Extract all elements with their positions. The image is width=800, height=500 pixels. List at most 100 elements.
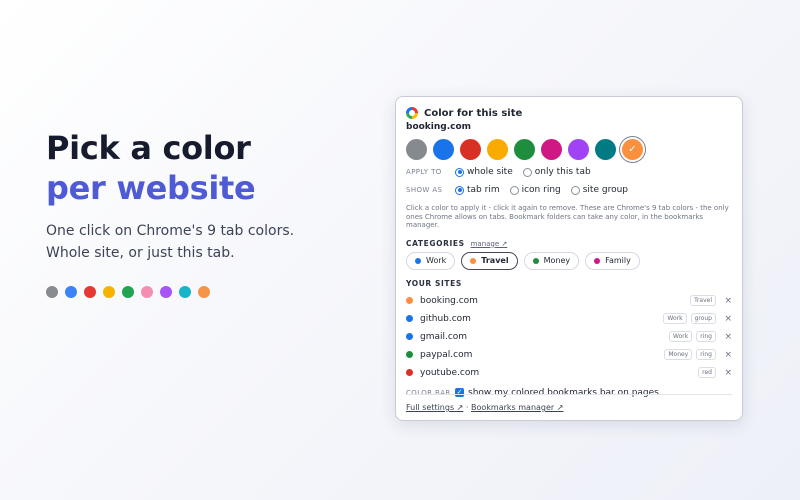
remove-site-button[interactable]: × — [716, 332, 732, 342]
apply-to-label: APPLY TO — [406, 168, 442, 176]
apply-whole-site-radio[interactable]: whole site — [455, 167, 513, 177]
site-row: gmail.com Work ring × — [406, 328, 732, 346]
category-label: Work — [426, 256, 447, 266]
your-sites-header: YOUR SITES — [406, 279, 732, 288]
category-label: Money — [543, 256, 571, 266]
remove-site-button[interactable]: × — [716, 368, 732, 378]
site-row: youtube.com red × — [406, 364, 732, 382]
bookmarks-manager-link[interactable]: Bookmarks manager ↗ — [471, 403, 563, 412]
color-swatch[interactable] — [568, 139, 589, 160]
extension-popup: Color for this site booking.com ✓ APPLY … — [395, 96, 743, 421]
popup-footer: Full settings ↗ · Bookmarks manager ↗ — [406, 394, 732, 412]
color-dot — [46, 286, 58, 298]
site-row: booking.com Travel × — [406, 292, 732, 310]
color-swatch[interactable] — [514, 139, 535, 160]
categories-header: CATEGORIES manage ↗ — [406, 239, 732, 248]
site-color-dot-icon — [406, 351, 413, 359]
show-as-label: SHOW AS — [406, 186, 443, 194]
remove-site-button[interactable]: × — [716, 350, 732, 360]
show-as-row: SHOW AS tab rim icon ring site group — [406, 184, 732, 196]
site-name: gmail.com — [420, 331, 468, 342]
site-tag: Travel — [690, 295, 716, 307]
current-domain: booking.com — [406, 122, 472, 132]
apply-only-this-tab-radio[interactable]: only this tab — [522, 167, 591, 177]
color-dot — [84, 286, 96, 298]
color-swatches: ✓ — [406, 139, 732, 160]
site-color-dot-icon — [406, 297, 413, 305]
apply-to-row: APPLY TO whole site only this tab — [406, 166, 732, 178]
category-chips: Work Travel Money Family — [406, 251, 732, 270]
radio-label: only this tab — [534, 167, 591, 177]
site-name: paypal.com — [420, 349, 473, 360]
radio-indicator[interactable] — [455, 167, 464, 177]
radio-label: site group — [582, 185, 628, 195]
category-dot-icon — [532, 257, 539, 264]
radio-indicator[interactable] — [522, 167, 532, 177]
site-tag: red — [698, 367, 716, 379]
site-tag: ring — [696, 331, 716, 343]
radio-indicator[interactable] — [570, 185, 580, 195]
category-chip-work[interactable]: Work — [406, 251, 456, 270]
your-sites-label: YOUR SITES — [406, 278, 462, 288]
site-color-dot-icon — [406, 369, 413, 377]
radio-label: tab rim — [467, 185, 500, 195]
site-row: paypal.com Money ring × — [406, 346, 732, 364]
category-label: Family — [605, 256, 631, 266]
color-dot — [141, 286, 153, 298]
site-tag: Money — [664, 349, 693, 361]
color-dot — [122, 286, 134, 298]
popup-title: Color for this site — [424, 107, 523, 119]
category-chip-family[interactable]: Family — [585, 251, 640, 270]
hero-subtitle-line1: One click on Chrome's 9 tab colors. — [46, 223, 295, 239]
site-tag: group — [690, 313, 716, 325]
remove-site-button[interactable]: × — [716, 314, 732, 324]
help-text: Click a color to apply it - click it aga… — [406, 204, 729, 230]
categories-label: CATEGORIES — [406, 238, 465, 248]
color-swatch[interactable] — [433, 139, 454, 160]
full-settings-link[interactable]: Full settings ↗ — [406, 403, 463, 412]
category-chip-travel[interactable]: Travel — [461, 251, 518, 270]
radio-label: whole site — [467, 167, 513, 177]
radio-label: icon ring — [521, 185, 561, 195]
category-chip-money[interactable]: Money — [523, 251, 580, 270]
category-dot-icon — [470, 257, 477, 264]
color-swatch[interactable] — [541, 139, 562, 160]
radio-indicator[interactable] — [455, 185, 464, 195]
footer-separator: · — [465, 403, 469, 412]
popup-header: Color for this site — [406, 105, 732, 121]
show-icon-ring-radio[interactable]: icon ring — [509, 185, 561, 195]
site-tag: ring — [696, 349, 716, 361]
hero-subtitle-line2: Whole site, or just this tab. — [46, 245, 235, 261]
color-swatch[interactable] — [460, 139, 481, 160]
site-name: booking.com — [420, 295, 478, 306]
site-color-dot-icon — [406, 333, 413, 341]
color-swatch[interactable] — [487, 139, 508, 160]
site-tag: Work — [663, 313, 687, 325]
color-swatch[interactable] — [595, 139, 616, 160]
color-dot — [198, 286, 210, 298]
hero-title-line1: Pick a color — [46, 129, 251, 167]
site-list: booking.com Travel × github.com Work group × gm… — [406, 292, 732, 382]
show-tab-rim-radio[interactable]: tab rim — [455, 185, 500, 195]
site-name: youtube.com — [420, 367, 480, 378]
manage-categories-link[interactable]: manage ↗ — [471, 240, 508, 248]
color-dot — [179, 286, 191, 298]
hero: Pick a color per website One click on Ch… — [46, 128, 366, 298]
radio-indicator[interactable] — [509, 185, 519, 195]
site-row: github.com Work group × — [406, 310, 732, 328]
color-swatch[interactable] — [406, 139, 427, 160]
color-dot — [160, 286, 172, 298]
color-swatch-selected[interactable]: ✓ — [622, 139, 643, 160]
site-tag: Work — [669, 331, 693, 343]
color-dots — [46, 286, 366, 298]
show-site-group-radio[interactable]: site group — [570, 185, 628, 195]
category-label: Travel — [481, 256, 509, 266]
hero-title-line2: per website — [46, 169, 256, 207]
extension-logo-icon — [406, 107, 418, 119]
site-name: github.com — [420, 313, 471, 324]
site-color-dot-icon — [406, 315, 413, 323]
category-dot-icon — [594, 257, 601, 264]
category-dot-icon — [415, 257, 421, 264]
hero-title: Pick a color per website — [46, 128, 366, 208]
remove-site-button[interactable]: × — [716, 296, 732, 306]
